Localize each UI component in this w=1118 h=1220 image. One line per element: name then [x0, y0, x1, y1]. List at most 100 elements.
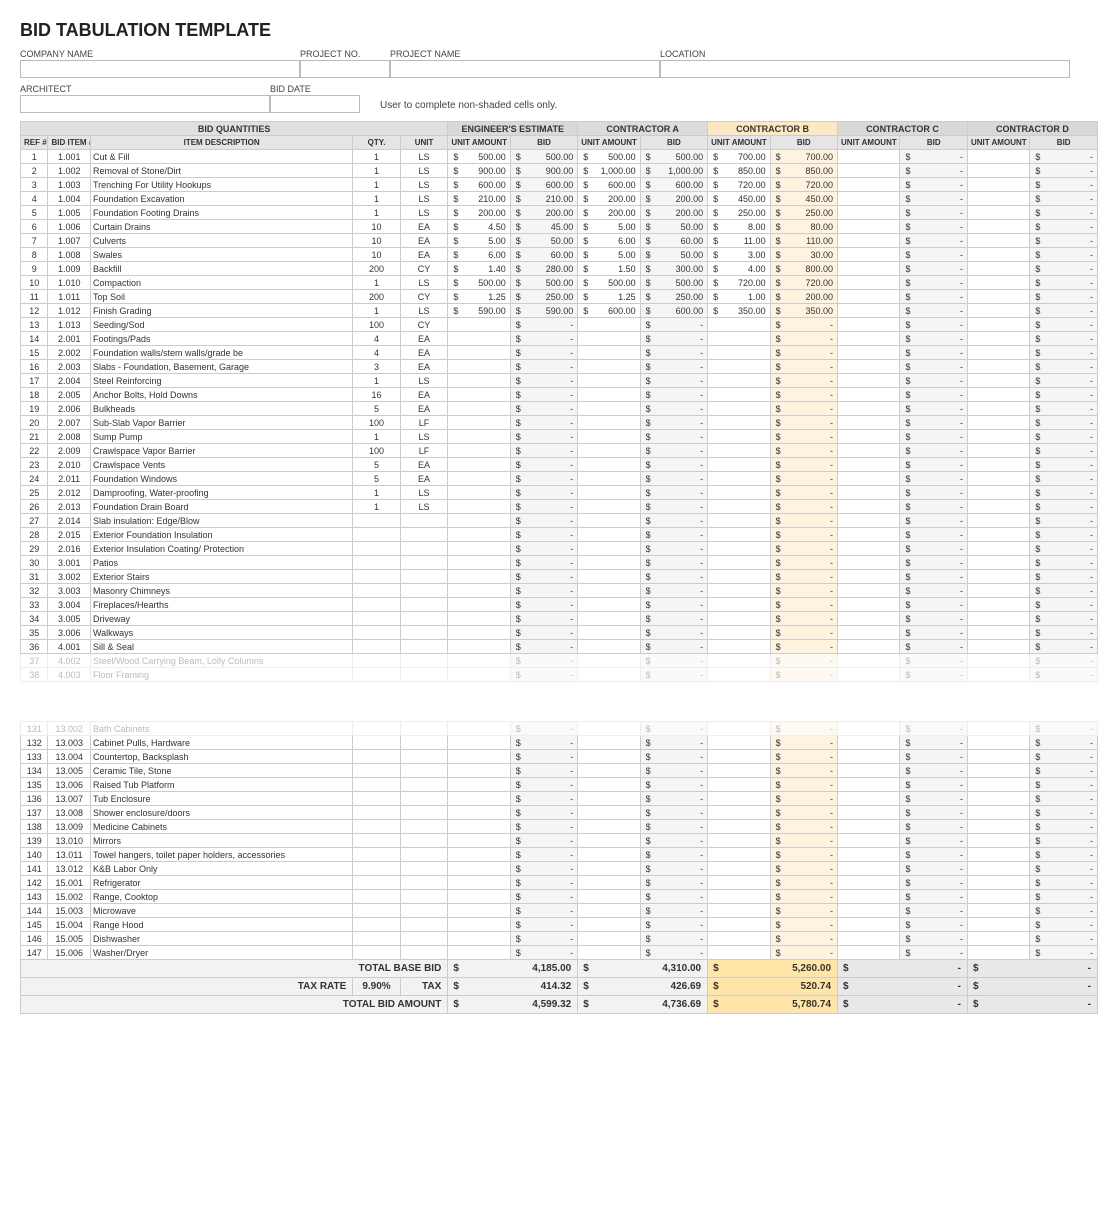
- cell-b-ua[interactable]: [708, 570, 770, 584]
- cell-d-ua[interactable]: [967, 514, 1029, 528]
- cell-c-ua[interactable]: [838, 164, 900, 178]
- cell-d-ua[interactable]: [967, 472, 1029, 486]
- cell-ee-ua[interactable]: $6.00: [448, 248, 510, 262]
- cell-ee-ua[interactable]: [448, 904, 510, 918]
- cell-ee-ua[interactable]: [448, 626, 510, 640]
- cell-desc[interactable]: Range, Cooktop: [90, 890, 352, 904]
- cell-desc[interactable]: Driveway: [90, 612, 352, 626]
- cell-ref[interactable]: 147: [21, 946, 48, 960]
- cell-unit[interactable]: [400, 654, 448, 668]
- cell-ref[interactable]: 23: [21, 458, 48, 472]
- cell-d-ua[interactable]: [967, 290, 1029, 304]
- cell-item[interactable]: 2.012: [48, 486, 90, 500]
- cell-b-ua[interactable]: [708, 668, 770, 682]
- cell-desc[interactable]: Bath Cabinets: [90, 722, 352, 736]
- cell-unit[interactable]: [400, 792, 448, 806]
- cell-qty[interactable]: [353, 946, 400, 960]
- cell-unit[interactable]: LS: [400, 374, 448, 388]
- cell-b-ua[interactable]: $350.00: [708, 304, 770, 318]
- cell-item[interactable]: 2.011: [48, 472, 90, 486]
- cell-ref[interactable]: 19: [21, 402, 48, 416]
- cell-item[interactable]: 1.002: [48, 164, 90, 178]
- cell-unit[interactable]: [400, 528, 448, 542]
- cell-qty[interactable]: [353, 654, 400, 668]
- cell-unit[interactable]: EA: [400, 346, 448, 360]
- cell-item[interactable]: 13.006: [48, 778, 90, 792]
- cell-desc[interactable]: Microwave: [90, 904, 352, 918]
- cell-item[interactable]: 15.004: [48, 918, 90, 932]
- cell-ref[interactable]: 144: [21, 904, 48, 918]
- cell-a-ua[interactable]: [578, 416, 640, 430]
- cell-a-ua[interactable]: [578, 890, 640, 904]
- cell-unit[interactable]: [400, 598, 448, 612]
- cell-qty[interactable]: 1: [353, 178, 400, 192]
- cell-item[interactable]: 1.006: [48, 220, 90, 234]
- cell-d-ua[interactable]: [967, 206, 1029, 220]
- cell-ee-ua[interactable]: $210.00: [448, 192, 510, 206]
- cell-d-ua[interactable]: [967, 542, 1029, 556]
- cell-ref[interactable]: 36: [21, 640, 48, 654]
- cell-a-ua[interactable]: [578, 556, 640, 570]
- cell-a-ua[interactable]: [578, 848, 640, 862]
- cell-b-ua[interactable]: [708, 318, 770, 332]
- cell-qty[interactable]: [353, 640, 400, 654]
- cell-c-ua[interactable]: [838, 848, 900, 862]
- cell-qty[interactable]: [353, 806, 400, 820]
- cell-ee-ua[interactable]: [448, 318, 510, 332]
- cell-d-ua[interactable]: [967, 904, 1029, 918]
- cell-a-ua[interactable]: $6.00: [578, 234, 640, 248]
- cell-b-ua[interactable]: [708, 806, 770, 820]
- cell-qty[interactable]: [353, 778, 400, 792]
- cell-unit[interactable]: EA: [400, 234, 448, 248]
- cell-b-ua[interactable]: [708, 528, 770, 542]
- cell-qty[interactable]: [353, 626, 400, 640]
- cell-unit[interactable]: LS: [400, 150, 448, 164]
- cell-b-ua[interactable]: [708, 654, 770, 668]
- cell-item[interactable]: 1.005: [48, 206, 90, 220]
- location-input[interactable]: [660, 60, 1070, 78]
- cell-a-ua[interactable]: [578, 654, 640, 668]
- cell-desc[interactable]: Finish Grading: [90, 304, 352, 318]
- cell-b-ua[interactable]: [708, 374, 770, 388]
- cell-unit[interactable]: [400, 626, 448, 640]
- cell-c-ua[interactable]: [838, 764, 900, 778]
- cell-ee-ua[interactable]: [448, 486, 510, 500]
- taxrate-val[interactable]: 9.90%: [353, 978, 400, 996]
- cell-d-ua[interactable]: [967, 750, 1029, 764]
- cell-c-ua[interactable]: [838, 500, 900, 514]
- cell-qty[interactable]: [353, 722, 400, 736]
- cell-desc[interactable]: Swales: [90, 248, 352, 262]
- cell-ref[interactable]: 139: [21, 834, 48, 848]
- cell-b-ua[interactable]: [708, 612, 770, 626]
- cell-desc[interactable]: Trenching For Utility Hookups: [90, 178, 352, 192]
- cell-desc[interactable]: Fireplaces/Hearths: [90, 598, 352, 612]
- cell-b-ua[interactable]: [708, 402, 770, 416]
- cell-a-ua[interactable]: [578, 402, 640, 416]
- cell-qty[interactable]: [353, 890, 400, 904]
- cell-ref[interactable]: 21: [21, 430, 48, 444]
- cell-b-ua[interactable]: [708, 778, 770, 792]
- cell-qty[interactable]: [353, 904, 400, 918]
- cell-ee-ua[interactable]: [448, 612, 510, 626]
- cell-item[interactable]: 1.007: [48, 234, 90, 248]
- cell-b-ua[interactable]: $4.00: [708, 262, 770, 276]
- cell-desc[interactable]: Walkways: [90, 626, 352, 640]
- cell-qty[interactable]: [353, 764, 400, 778]
- cell-d-ua[interactable]: [967, 332, 1029, 346]
- cell-ref[interactable]: 9: [21, 262, 48, 276]
- cell-d-ua[interactable]: [967, 528, 1029, 542]
- cell-c-ua[interactable]: [838, 402, 900, 416]
- cell-desc[interactable]: Washer/Dryer: [90, 946, 352, 960]
- cell-c-ua[interactable]: [838, 556, 900, 570]
- cell-unit[interactable]: [400, 876, 448, 890]
- cell-desc[interactable]: Slabs - Foundation, Basement, Garage: [90, 360, 352, 374]
- cell-ee-ua[interactable]: $600.00: [448, 178, 510, 192]
- cell-ee-ua[interactable]: [448, 598, 510, 612]
- cell-ref[interactable]: 5: [21, 206, 48, 220]
- cell-desc[interactable]: Ceramic Tile, Stone: [90, 764, 352, 778]
- cell-ref[interactable]: 131: [21, 722, 48, 736]
- cell-qty[interactable]: [353, 792, 400, 806]
- cell-unit[interactable]: [400, 764, 448, 778]
- cell-d-ua[interactable]: [967, 778, 1029, 792]
- cell-b-ua[interactable]: $8.00: [708, 220, 770, 234]
